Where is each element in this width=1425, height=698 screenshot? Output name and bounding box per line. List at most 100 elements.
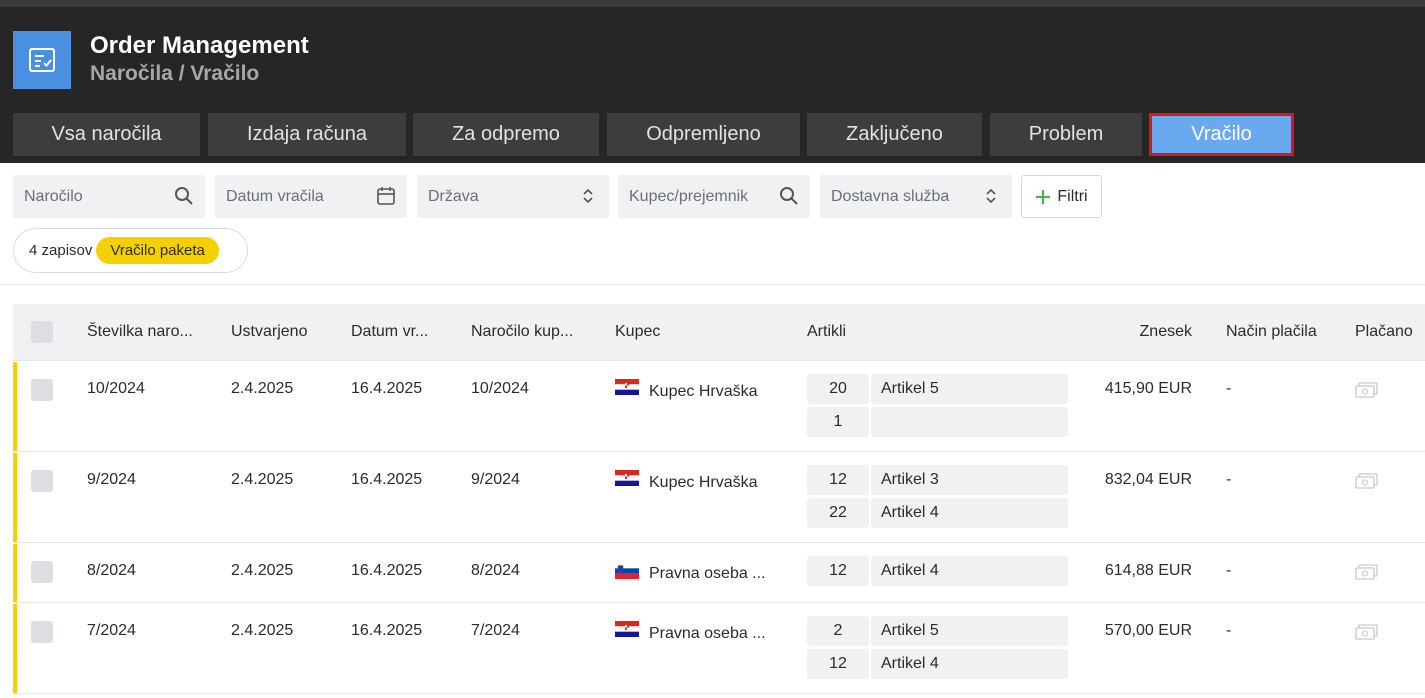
return-date: 16.4.2025 bbox=[351, 380, 423, 397]
search-icon bbox=[175, 187, 193, 205]
customer-order: 9/2024 bbox=[471, 471, 520, 488]
more-filters-label: Filtri bbox=[1057, 187, 1088, 205]
croatia-flag-icon bbox=[615, 470, 639, 486]
item-name: Artikel 5 bbox=[871, 374, 1068, 404]
created-date: 2.4.2025 bbox=[231, 562, 294, 579]
created-date: 2.4.2025 bbox=[231, 380, 294, 397]
delivery-service-placeholder: Dostavna služba bbox=[831, 187, 950, 205]
tab-all-orders[interactable]: Vsa naročila bbox=[13, 113, 200, 156]
row-status-bar bbox=[13, 604, 17, 693]
item-qty: 12 bbox=[807, 465, 869, 495]
item-qty: 22 bbox=[807, 498, 869, 528]
croatia-flag-icon bbox=[615, 621, 639, 637]
divider bbox=[0, 284, 1425, 285]
item-name: Artikel 4 bbox=[871, 556, 1068, 586]
tab-to-ship[interactable]: Za odpremo bbox=[413, 113, 599, 156]
col-items[interactable]: Artikli bbox=[807, 323, 846, 341]
customer-order: 10/2024 bbox=[471, 380, 529, 397]
row-checkbox[interactable] bbox=[31, 621, 53, 643]
banknote-icon[interactable] bbox=[1355, 623, 1379, 641]
amount: 832,04 EUR bbox=[1104, 471, 1192, 488]
customer-search-input[interactable]: Kupec/prejemnik bbox=[618, 175, 810, 218]
customer-name[interactable]: Pravna oseba ... bbox=[649, 625, 766, 643]
payment-method: - bbox=[1226, 562, 1232, 579]
order-search-input[interactable]: Naročilo bbox=[13, 175, 205, 218]
customer-name[interactable]: Kupec Hrvaška bbox=[649, 474, 758, 492]
select-all-checkbox[interactable] bbox=[31, 321, 53, 343]
customer-search-placeholder: Kupec/prejemnik bbox=[629, 187, 749, 205]
slovenia-flag-icon bbox=[615, 563, 639, 579]
col-return-date[interactable]: Datum vr... bbox=[351, 323, 428, 341]
payment-method: - bbox=[1226, 471, 1232, 488]
col-amount[interactable]: Znesek bbox=[1140, 323, 1192, 341]
return-date-placeholder: Datum vračila bbox=[226, 187, 324, 205]
tab-return[interactable]: Vračilo bbox=[1149, 113, 1294, 156]
item-name: Artikel 4 bbox=[871, 649, 1068, 679]
row-status-bar bbox=[13, 362, 17, 451]
order-list-icon bbox=[13, 31, 71, 89]
filter-bar: Naročilo Datum vračila Država Kupec/prej… bbox=[0, 175, 1425, 218]
table-row[interactable]: 9/2024 2.4.2025 16.4.2025 9/2024 Kupec H… bbox=[13, 453, 1425, 543]
croatia-flag-icon bbox=[615, 379, 639, 395]
col-created[interactable]: Ustvarjeno bbox=[231, 323, 307, 341]
top-strip bbox=[0, 0, 1425, 7]
result-summary: 4 zapisov Vračilo paketa bbox=[13, 228, 248, 273]
payment-method: - bbox=[1226, 380, 1232, 397]
customer-name[interactable]: Pravna oseba ... bbox=[649, 565, 766, 583]
col-customer[interactable]: Kupec bbox=[615, 323, 660, 341]
tab-shipped[interactable]: Odpremljeno bbox=[607, 113, 800, 156]
more-filters-button[interactable]: Filtri bbox=[1021, 175, 1102, 218]
return-date: 16.4.2025 bbox=[351, 562, 423, 579]
item-qty: 2 bbox=[807, 616, 869, 646]
order-number[interactable]: 9/2024 bbox=[87, 471, 136, 489]
amount: 570,00 EUR bbox=[1104, 622, 1192, 639]
col-payment-method[interactable]: Način plačila bbox=[1226, 323, 1317, 341]
row-checkbox[interactable] bbox=[31, 561, 53, 583]
banknote-icon[interactable] bbox=[1355, 381, 1379, 399]
row-checkbox[interactable] bbox=[31, 470, 53, 492]
customer-order: 7/2024 bbox=[471, 622, 520, 639]
status-tabs: Vsa naročila Izdaja računa Za odpremo Od… bbox=[0, 113, 1425, 163]
status-badge[interactable]: Vračilo paketa bbox=[96, 237, 219, 264]
banknote-icon[interactable] bbox=[1355, 563, 1379, 581]
return-date-picker[interactable]: Datum vračila bbox=[215, 175, 407, 218]
app-title: Order Management bbox=[90, 32, 309, 59]
country-select[interactable]: Država bbox=[417, 175, 609, 218]
return-date: 16.4.2025 bbox=[351, 471, 423, 488]
item-qty: 12 bbox=[807, 649, 869, 679]
item-name: Artikel 5 bbox=[871, 616, 1068, 646]
return-date: 16.4.2025 bbox=[351, 622, 423, 639]
item-name bbox=[871, 407, 1068, 437]
calendar-icon bbox=[377, 187, 395, 205]
item-name: Artikel 4 bbox=[871, 498, 1068, 528]
select-arrows-icon bbox=[986, 188, 996, 204]
col-number[interactable]: Številka naro... bbox=[87, 323, 193, 341]
item-name: Artikel 3 bbox=[871, 465, 1068, 495]
created-date: 2.4.2025 bbox=[231, 622, 294, 639]
select-arrows-icon bbox=[583, 188, 593, 204]
delivery-service-select[interactable]: Dostavna služba bbox=[820, 175, 1012, 218]
tab-problem[interactable]: Problem bbox=[990, 113, 1142, 156]
table-row[interactable]: 7/2024 2.4.2025 16.4.2025 7/2024 Pravna … bbox=[13, 604, 1425, 694]
item-qty: 12 bbox=[807, 556, 869, 586]
order-number[interactable]: 10/2024 bbox=[87, 380, 145, 398]
table-row[interactable]: 10/2024 2.4.2025 16.4.2025 10/2024 Kupec… bbox=[13, 362, 1425, 452]
col-customer-order[interactable]: Naročilo kup... bbox=[471, 323, 573, 341]
order-number[interactable]: 7/2024 bbox=[87, 622, 136, 640]
customer-name[interactable]: Kupec Hrvaška bbox=[649, 383, 758, 401]
order-number[interactable]: 8/2024 bbox=[87, 562, 136, 580]
tab-invoicing[interactable]: Izdaja računa bbox=[208, 113, 406, 156]
breadcrumb: Naročila / Vračilo bbox=[90, 62, 260, 85]
banknote-icon[interactable] bbox=[1355, 472, 1379, 490]
table-header: Številka naro... Ustvarjeno Datum vr... … bbox=[13, 304, 1425, 361]
row-checkbox[interactable] bbox=[31, 379, 53, 401]
created-date: 2.4.2025 bbox=[231, 471, 294, 488]
plus-icon bbox=[1036, 189, 1051, 204]
item-qty: 20 bbox=[807, 374, 869, 404]
col-paid[interactable]: Plačano bbox=[1355, 323, 1413, 341]
record-count: 4 zapisov bbox=[29, 242, 93, 259]
search-icon bbox=[780, 187, 798, 205]
table-row[interactable]: 8/2024 2.4.2025 16.4.2025 8/2024 Pravna … bbox=[13, 544, 1425, 603]
item-qty: 1 bbox=[807, 407, 869, 437]
tab-completed[interactable]: Zaključeno bbox=[807, 113, 982, 156]
